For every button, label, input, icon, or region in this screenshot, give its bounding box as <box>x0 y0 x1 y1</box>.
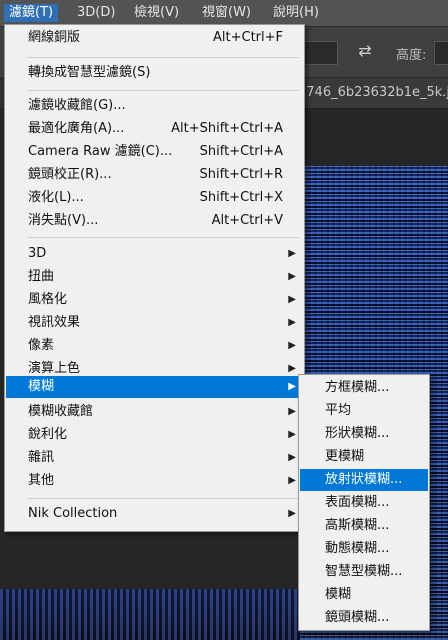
submenu-arrow-icon: ▶ <box>288 294 296 305</box>
menu-item-blur-gallery[interactable]: 模糊收藏館 ▶ <box>6 401 303 423</box>
menu-item-nik-collection[interactable]: Nik Collection ▶ <box>6 503 303 525</box>
document-tab[interactable]: 7746_6b23632b1e_5k.j <box>290 78 448 108</box>
menu-item-label: 模糊收藏館 <box>28 404 94 419</box>
submenu-arrow-icon: ▶ <box>288 248 296 259</box>
submenu-item-motion-blur[interactable]: 動態模糊... <box>300 538 428 560</box>
menu-item-label: 雜訊 <box>28 450 55 465</box>
submenu-item-radial-blur[interactable]: 放射狀模糊... <box>300 469 428 491</box>
submenu-arrow-icon: ▶ <box>288 406 296 417</box>
submenu-item-smart-blur[interactable]: 智慧型模糊... <box>300 561 428 583</box>
submenu-arrow-icon: ▶ <box>288 271 296 282</box>
swap-icon[interactable]: ⇄ <box>355 41 375 61</box>
menu-item-label: 模糊 <box>28 379 55 394</box>
menu-divider <box>27 90 299 91</box>
submenu-item-shape-blur[interactable]: 形狀模糊... <box>300 423 428 445</box>
menu-divider <box>27 57 299 58</box>
submenu-item-label: 更模糊 <box>325 449 365 464</box>
submenu-item-label: 放射狀模糊... <box>325 472 403 487</box>
submenu-item-label: 形狀模糊... <box>325 426 390 441</box>
menu-item-halftone[interactable]: 網線銅版 Alt+Ctrl+F <box>6 27 303 49</box>
menu-item-label: 視訊效果 <box>28 315 81 330</box>
submenu-item-label: 模糊 <box>325 587 352 602</box>
menu-item-label: 濾鏡收藏館(G)... <box>28 98 126 113</box>
submenu-item-label: 方框模糊... <box>325 380 390 395</box>
menu-divider <box>27 237 299 238</box>
submenu-item-surface-blur[interactable]: 表面模糊... <box>300 492 428 514</box>
submenu-arrow-icon: ▶ <box>288 340 296 351</box>
submenu-item-blur[interactable]: 模糊 <box>300 584 428 606</box>
menu-item-label: 最適化廣角(A)... <box>28 121 125 136</box>
menu-item-pixelate[interactable]: 像素 ▶ <box>6 335 303 357</box>
menu-item-sharpen[interactable]: 銳利化 ▶ <box>6 424 303 446</box>
submenu-item-label: 高斯模糊... <box>325 518 390 533</box>
menu-item-vanishing-point[interactable]: 消失點(V)... Alt+Ctrl+V <box>6 210 303 232</box>
menu-view[interactable]: 檢視(V) <box>129 4 184 22</box>
menu-item-camera-raw[interactable]: Camera Raw 濾鏡(C)... Shift+Ctrl+A <box>6 141 303 163</box>
submenu-item-label: 動態模糊... <box>325 541 390 556</box>
submenu-arrow-icon: ▶ <box>288 317 296 328</box>
menu-item-blur[interactable]: 模糊 ▶ <box>6 376 303 398</box>
menu-item-3d[interactable]: 3D ▶ <box>6 243 303 265</box>
blur-submenu: 方框模糊... 平均 形狀模糊... 更模糊 放射狀模糊... 表面模糊... … <box>298 374 430 631</box>
menu-item-other[interactable]: 其他 ▶ <box>6 470 303 492</box>
submenu-arrow-icon: ▶ <box>288 429 296 440</box>
menu-item-label: 風格化 <box>28 292 68 307</box>
height-field[interactable] <box>434 41 448 65</box>
submenu-item-average[interactable]: 平均 <box>300 400 428 422</box>
submenu-item-label: 平均 <box>325 403 352 418</box>
submenu-item-label: 表面模糊... <box>325 495 390 510</box>
menu-item-label: 其他 <box>28 473 55 488</box>
menubar: 濾鏡(T) 3D(D) 檢視(V) 視窗(W) 說明(H) <box>0 0 448 27</box>
menu-item-label: Nik Collection <box>28 506 118 521</box>
menu-item-label: 轉換成智慧型濾鏡(S) <box>28 65 151 80</box>
menu-filter[interactable]: 濾鏡(T) <box>4 4 59 22</box>
width-field[interactable] <box>300 41 338 65</box>
submenu-item-blur-more[interactable]: 更模糊 <box>300 446 428 468</box>
menu-item-video[interactable]: 視訊效果 ▶ <box>6 312 303 334</box>
submenu-arrow-icon: ▶ <box>288 508 296 519</box>
menu-item-lens-correction[interactable]: 鏡頭校正(R)... Shift+Ctrl+R <box>6 164 303 186</box>
menu-item-liquify[interactable]: 液化(L)... Shift+Ctrl+X <box>6 187 303 209</box>
height-label: 高度: <box>396 48 427 63</box>
canvas-image-lower[interactable] <box>0 589 300 640</box>
menu-item-label: 網線銅版 <box>28 30 81 45</box>
submenu-item-label: 智慧型模糊... <box>325 564 403 579</box>
menu-item-shortcut: Alt+Ctrl+V <box>211 213 283 228</box>
menu-item-distort[interactable]: 扭曲 ▶ <box>6 266 303 288</box>
menu-item-filter-gallery[interactable]: 濾鏡收藏館(G)... <box>6 95 303 117</box>
submenu-item-label: 鏡頭模糊... <box>325 610 390 625</box>
menu-help[interactable]: 說明(H) <box>268 4 324 22</box>
submenu-arrow-icon: ▶ <box>288 381 296 392</box>
menu-item-shortcut: Shift+Ctrl+R <box>199 167 284 182</box>
submenu-item-lens-blur[interactable]: 鏡頭模糊... <box>300 607 428 629</box>
menu-item-convert-smart-filters[interactable]: 轉換成智慧型濾鏡(S) <box>6 62 303 84</box>
submenu-arrow-icon: ▶ <box>288 475 296 486</box>
menu-window[interactable]: 視窗(W) <box>197 4 256 22</box>
menu-item-adaptive-wide-angle[interactable]: 最適化廣角(A)... Alt+Shift+Ctrl+A <box>6 118 303 140</box>
menu-item-label: 扭曲 <box>28 269 55 284</box>
menu-item-noise[interactable]: 雜訊 ▶ <box>6 447 303 469</box>
menu-item-shortcut: Alt+Ctrl+F <box>213 30 283 45</box>
menu-item-stylize[interactable]: 風格化 ▶ <box>6 289 303 311</box>
menu-item-label: 銳利化 <box>28 427 68 442</box>
menu-3d[interactable]: 3D(D) <box>72 4 120 22</box>
menu-item-label: 消失點(V)... <box>28 213 99 228</box>
menu-item-shortcut: Shift+Ctrl+X <box>199 190 283 205</box>
submenu-item-gaussian-blur[interactable]: 高斯模糊... <box>300 515 428 537</box>
menu-item-shortcut: Alt+Shift+Ctrl+A <box>171 121 283 136</box>
submenu-arrow-icon: ▶ <box>288 452 296 463</box>
submenu-item-box-blur[interactable]: 方框模糊... <box>300 377 428 399</box>
menu-item-label: 3D <box>28 246 47 261</box>
menu-item-shortcut: Shift+Ctrl+A <box>199 144 283 159</box>
menu-item-label: 液化(L)... <box>28 190 84 205</box>
menu-item-label: Camera Raw 濾鏡(C)... <box>28 144 173 159</box>
menu-item-label: 鏡頭校正(R)... <box>28 167 112 182</box>
menu-item-label: 像素 <box>28 338 55 353</box>
filter-menu: 網線銅版 Alt+Ctrl+F 轉換成智慧型濾鏡(S) 濾鏡收藏館(G)... … <box>4 24 305 532</box>
menu-divider <box>27 498 299 499</box>
